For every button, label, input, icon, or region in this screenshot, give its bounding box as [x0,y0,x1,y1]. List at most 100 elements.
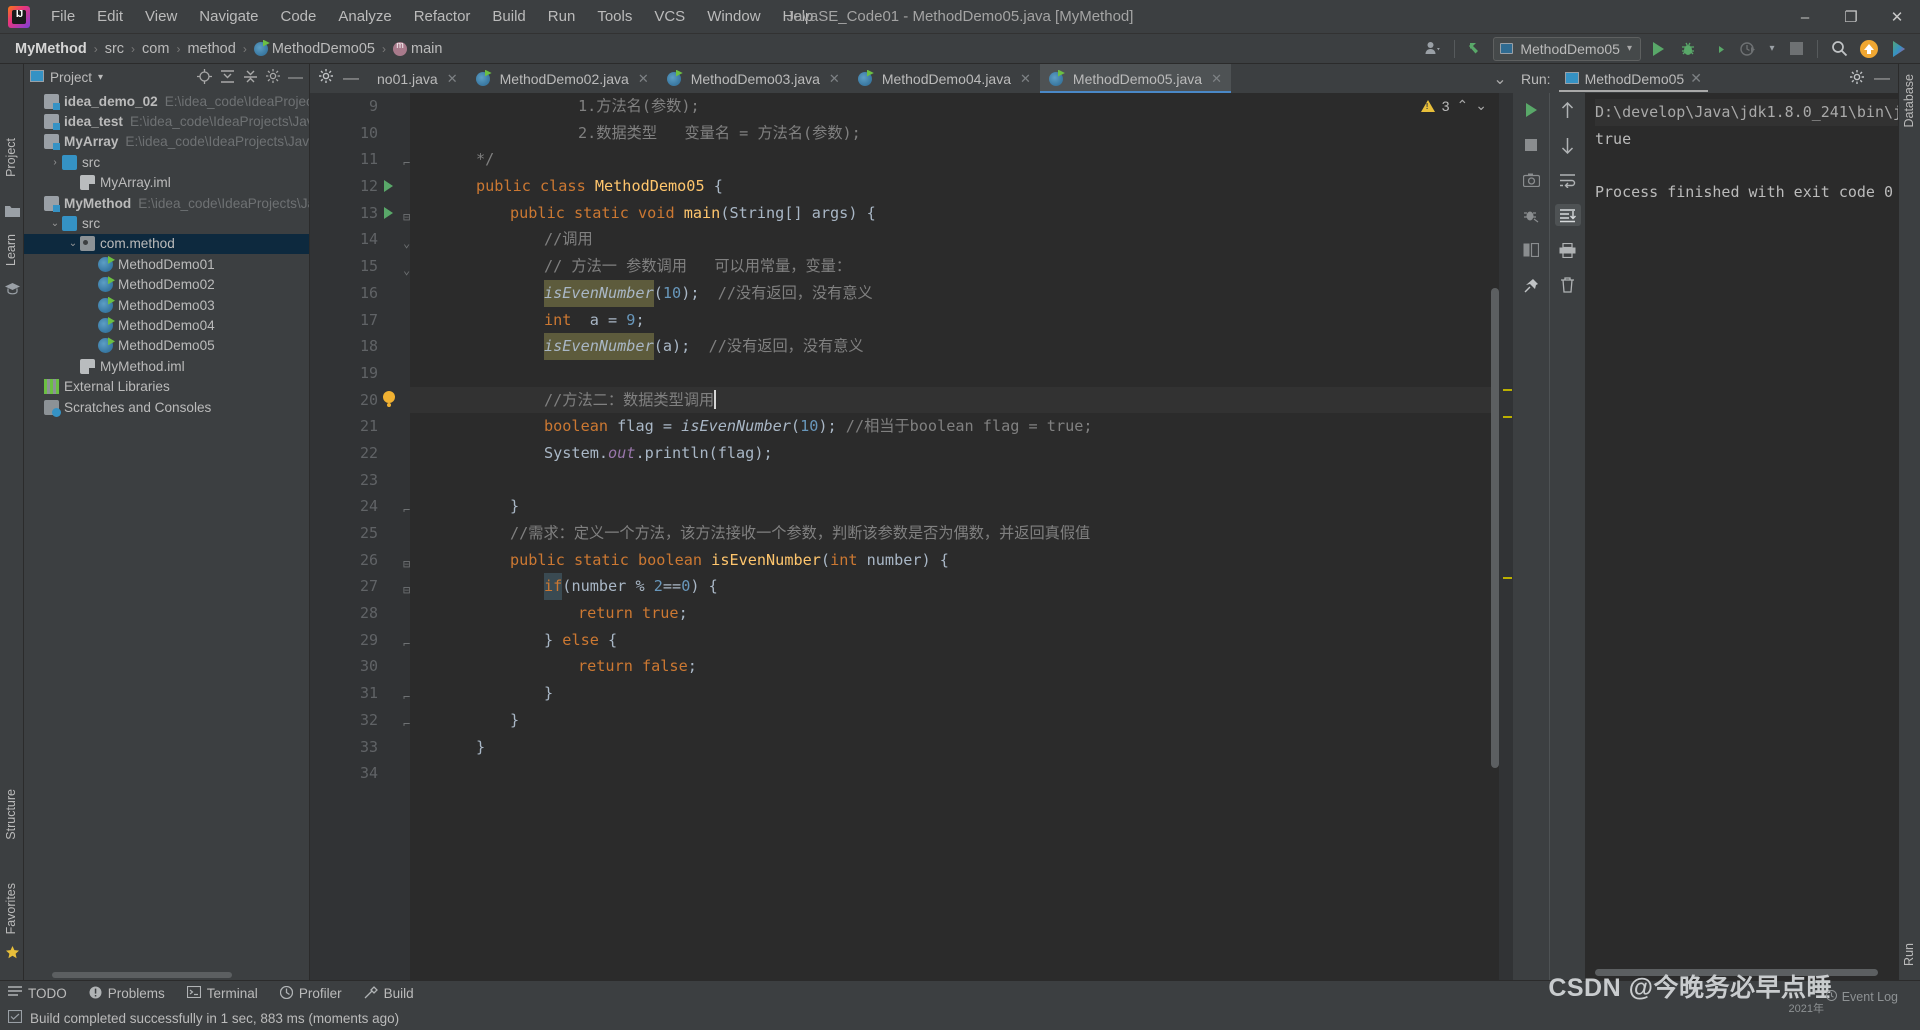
tool-window-run[interactable]: Run [1902,943,1916,966]
stop-icon[interactable] [1518,134,1544,156]
tree-node-methoddemo02[interactable]: MethodDemo02 [24,275,309,295]
editor-vertical-scrollbar[interactable] [1491,288,1499,768]
code-content[interactable]: 9 1.方法名(参数); 10 2.数据类型 变量名 = 方法名(参数); 11 ⌐ */1… [360,93,1513,980]
tool-window-favorites[interactable]: Favorites [4,883,18,934]
breadcrumb-item-src[interactable]: src [100,39,129,59]
code-line-32[interactable]: 32 ⌐} [360,707,1513,734]
folder-icon[interactable] [5,204,20,219]
debug-icon[interactable] [1675,37,1701,61]
bottom-item-todo[interactable]: TODO [8,986,67,1001]
tree-node-methoddemo01[interactable]: MethodDemo01 [24,254,309,274]
tree-node-myarray[interactable]: MyArray E:\idea_code\IdeaProjects\JavaSE_… [24,132,309,152]
menu-item-help[interactable]: Help [772,5,825,28]
tool-window-learn[interactable]: Learn [4,234,18,266]
minimize-button[interactable]: – [1782,0,1828,34]
breadcrumb-item-methoddemo05[interactable]: MethodDemo05 [249,39,380,59]
tree-node-src[interactable]: › src [24,152,309,172]
code-line-16[interactable]: 16 isEvenNumber(10); //没有返回，没有意义 [360,279,1513,307]
tree-node-myarray-iml[interactable]: MyArray.iml [24,173,309,193]
settings-icon[interactable] [1850,70,1864,87]
editor-tab-methoddemo04-java[interactable]: MethodDemo04.java ✕ [849,64,1040,93]
close-icon[interactable]: ✕ [1211,71,1222,87]
run-icon[interactable] [1645,37,1671,61]
menu-item-navigate[interactable]: Navigate [188,5,269,28]
code-line-26[interactable]: 26 ⊟ public static boolean isEvenNumber(in… [360,547,1513,574]
code-line-28[interactable]: 28 return true; [360,600,1513,627]
layout-icon[interactable] [1518,239,1544,261]
error-stripe-bar[interactable] [1499,93,1513,980]
screenshot-icon[interactable] [1518,169,1544,191]
code-line-18[interactable]: 18 isEvenNumber (a); //没有返回，没有意义 [360,333,1513,360]
tree-node-idea_demo_02[interactable]: idea_demo_02 E:\idea_code\IdeaProjects\Ja [24,91,309,111]
expand-all-icon[interactable] [220,69,235,87]
hide-editor-icon[interactable]: — [343,70,359,86]
code-editor[interactable]: 9 1.方法名(参数); 10 2.数据类型 变量名 = 方法名(参数); 11 ⌐ */1… [310,93,1513,980]
tree-node-scratches-and-consoles[interactable]: Scratches and Consoles [24,397,309,417]
code-line-31[interactable]: 31 ⌐} [360,680,1513,707]
breadcrumb-item-main[interactable]: main [388,39,447,59]
project-tree[interactable]: idea_demo_02 E:\idea_code\IdeaProjects\Ja… [24,91,309,970]
scroll-to-end-icon[interactable] [1554,204,1581,226]
pin-icon[interactable] [1518,274,1544,296]
run-gutter-icon[interactable] [384,206,393,219]
breadcrumb-item-method[interactable]: method [182,39,240,59]
tree-node-mymethod-iml[interactable]: MyMethod.iml [24,356,309,376]
code-line-24[interactable]: 24 ⌐} [360,493,1513,520]
print-icon[interactable] [1555,239,1581,261]
hide-panel-icon[interactable]: — [288,70,303,85]
code-line-17[interactable]: 17 int a = 9; [360,307,1513,334]
code-line-19[interactable]: 19 [360,360,1513,387]
settings-icon[interactable] [319,69,333,88]
code-line-14[interactable]: 14 ⌄//调用 [360,226,1513,253]
profiler-dropdown-icon[interactable]: ▾ [1765,37,1779,61]
menu-item-code[interactable]: Code [269,5,327,28]
run-console[interactable]: D:\develop\Java\jdk1.8.0_241\bin\java.et… [1585,93,1898,980]
profiler-icon[interactable] [1735,37,1761,61]
star-icon[interactable] [5,945,20,960]
chevron-down-icon[interactable]: ⌄ [48,218,62,229]
code-line-20[interactable]: 20 //方法二：数据类型调用 [360,386,1513,414]
code-line-12[interactable]: 12 public class MethodDemo05 { [360,173,1513,200]
tool-window-structure[interactable]: Structure [4,789,18,840]
chevron-right-icon[interactable]: › [48,157,62,168]
menu-item-window[interactable]: Window [696,5,771,28]
scroll-up-icon[interactable] [1555,99,1581,121]
run-tab-methoddemo05[interactable]: MethodDemo05 ✕ [1558,70,1709,92]
breadcrumb-item-mymethod[interactable]: MyMethod [10,39,92,59]
tree-node-com-method[interactable]: ⌄ com.method [24,233,309,255]
code-line-27[interactable]: 27 ⊟ if (number % 2 == 0) { [360,573,1513,601]
hide-run-panel-icon[interactable]: — [1874,70,1890,86]
chevron-down-icon[interactable]: ▾ [98,72,103,83]
thread-dump-icon[interactable] [1518,204,1544,226]
editor-tabs[interactable]: no01.java ✕ MethodDemo02.java ✕ MethodDemo03… [368,64,1487,93]
menu-item-file[interactable]: File [40,5,86,28]
update-project-icon[interactable] [1463,37,1489,61]
code-line-15[interactable]: 15 ⌄// 方法一 参数调用 可以用常量，变量： [360,253,1513,280]
event-log-button[interactable]: Event Log [1825,989,1898,1004]
graduation-cap-icon[interactable] [5,282,20,297]
tree-node-idea_test[interactable]: idea_test E:\idea_code\IdeaProjects\JavaS… [24,111,309,131]
tool-window-project[interactable]: Project [4,138,18,177]
bottom-item-build[interactable]: Build [364,985,414,1002]
soft-wrap-icon[interactable] [1555,169,1581,191]
editor-tab-no01-java[interactable]: no01.java ✕ [368,64,467,93]
code-line-22[interactable]: 22 System. out .println(flag); [360,440,1513,467]
chevron-down-icon[interactable]: ⌄ [66,238,80,249]
run-with-coverage-icon[interactable] [1705,37,1731,61]
project-horizontal-scrollbar[interactable] [24,970,309,980]
user-account-icon[interactable] [1420,37,1446,61]
menu-item-analyze[interactable]: Analyze [327,5,402,28]
menu-item-run[interactable]: Run [537,5,587,28]
menu-item-vcs[interactable]: VCS [643,5,696,28]
breadcrumb-item-com[interactable]: com [137,39,174,59]
code-line-10[interactable]: 10 2.数据类型 变量名 = 方法名(参数); [360,120,1513,147]
menu-item-view[interactable]: View [134,5,188,28]
code-line-13[interactable]: 13 ⊟ public static void main (String[] args… [360,200,1513,227]
menu-item-tools[interactable]: Tools [586,5,643,28]
settings-icon[interactable] [266,69,280,86]
tree-node-methoddemo03[interactable]: MethodDemo03 [24,295,309,315]
tree-node-methoddemo05[interactable]: MethodDemo05 [24,336,309,356]
maximize-button[interactable]: ❐ [1828,0,1874,34]
code-line-30[interactable]: 30 return false; [360,653,1513,680]
code-line-33[interactable]: 33} [360,734,1513,761]
